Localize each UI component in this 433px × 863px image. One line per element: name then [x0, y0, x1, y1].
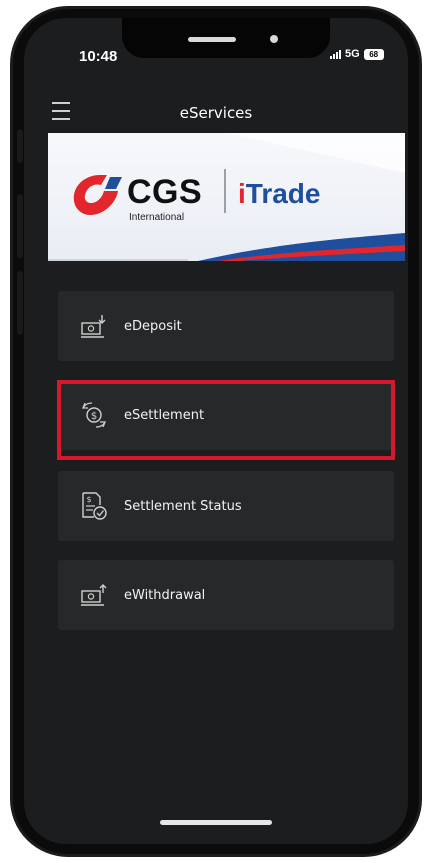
brand-divider [224, 169, 226, 213]
notch [122, 18, 330, 58]
highlight-box [57, 380, 395, 460]
brand-banner: CGS International iTrade [48, 133, 405, 261]
menu-item-label: eDeposit [124, 318, 182, 334]
withdrawal-icon [78, 579, 110, 611]
menu-item-ewithdrawal[interactable]: eWithdrawal [58, 560, 394, 630]
svg-text:$: $ [86, 495, 91, 504]
battery-icon: 68 [363, 48, 384, 60]
side-button [17, 129, 23, 163]
menu-item-label: eWithdrawal [124, 587, 206, 603]
brand-wordmark: CGS International [127, 173, 203, 223]
volume-down-button [17, 271, 23, 335]
volume-up-button [17, 194, 23, 258]
camera-dot [270, 35, 278, 43]
deposit-icon [78, 310, 110, 342]
page-title: eServices [179, 104, 253, 122]
itrade-logo: iTrade [238, 178, 321, 209]
status-time: 10:48 [79, 48, 118, 65]
network-type: 5G [345, 48, 360, 60]
status-indicators: 5G 68 [330, 48, 384, 60]
brand-cgs: CGS [127, 173, 203, 211]
settlement-status-icon: $ [78, 490, 110, 522]
menu-item-settlement-status[interactable]: $ Settlement Status [58, 471, 394, 541]
home-indicator[interactable] [160, 820, 272, 825]
cgs-logo-icon [73, 175, 122, 215]
menu-item-edeposit[interactable]: eDeposit [58, 291, 394, 361]
signal-icon [330, 49, 341, 59]
brand-international: International [129, 212, 185, 223]
speaker-grille [188, 37, 236, 42]
menu-item-label: Settlement Status [124, 498, 242, 514]
